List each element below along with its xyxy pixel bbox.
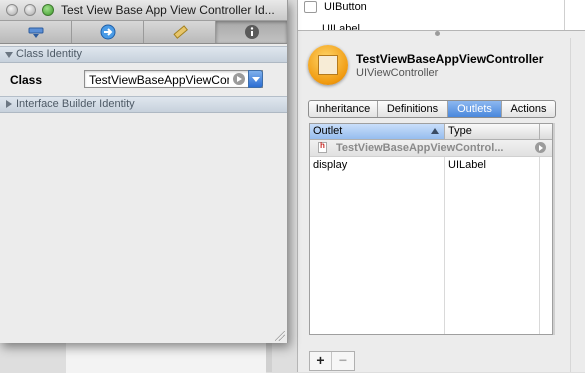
button-icon bbox=[304, 1, 317, 13]
segment-outlets[interactable]: Outlets bbox=[448, 101, 502, 117]
library-object-list: UIButton UILabel bbox=[298, 0, 585, 31]
splitter-handle[interactable] bbox=[435, 31, 440, 36]
add-outlet-button[interactable]: + bbox=[310, 352, 332, 370]
inspector-window: Test View Base App View Controller Id... bbox=[0, 0, 288, 343]
close-button[interactable] bbox=[6, 4, 18, 16]
disclosure-down-icon bbox=[5, 52, 13, 58]
section-class-identity[interactable]: Class Identity bbox=[0, 46, 287, 63]
inspector-toolbar bbox=[0, 21, 287, 44]
chevron-down-icon[interactable] bbox=[248, 70, 263, 88]
zoom-button[interactable] bbox=[42, 4, 54, 16]
segment-definitions[interactable]: Definitions bbox=[378, 101, 448, 117]
column-header-label: Type bbox=[448, 125, 472, 137]
library-scrollbar[interactable] bbox=[570, 38, 585, 372]
inspector-titlebar[interactable]: Test View Base App View Controller Id... bbox=[0, 0, 287, 21]
list-column-separator bbox=[564, 0, 565, 30]
object-class: UIViewController bbox=[356, 67, 439, 79]
disclosure-right-icon bbox=[6, 100, 12, 108]
section-title: Class Identity bbox=[16, 48, 83, 60]
section-ib-identity[interactable]: Interface Builder Identity bbox=[0, 96, 287, 113]
background-separator bbox=[266, 338, 272, 372]
table-scrollbar[interactable] bbox=[553, 123, 555, 335]
segment-actions[interactable]: Actions bbox=[502, 101, 555, 117]
column-header-outlet[interactable]: Outlet bbox=[310, 124, 445, 139]
remove-outlet-button[interactable]: − bbox=[332, 352, 354, 370]
library-item-label: UIButton bbox=[324, 1, 367, 13]
class-combobox[interactable]: TestViewBaseAppViewController bbox=[84, 70, 263, 88]
tab-connections[interactable] bbox=[72, 21, 144, 43]
section-title: Interface Builder Identity bbox=[16, 98, 135, 110]
library-item-uilabel[interactable]: UILabel bbox=[304, 22, 360, 31]
library-panel: UIButton UILabel TestViewBaseAppViewCont… bbox=[297, 0, 585, 372]
outlets-table: Outlet Type TestViewBaseAppViewControl..… bbox=[309, 123, 553, 335]
info-icon bbox=[244, 25, 259, 39]
segment-inheritance[interactable]: Inheritance bbox=[309, 101, 378, 117]
tab-attributes[interactable] bbox=[0, 21, 72, 43]
view-controller-icon bbox=[308, 45, 348, 85]
column-header-type[interactable]: Type bbox=[445, 124, 540, 139]
outlet-name: display bbox=[313, 159, 348, 171]
inspector-title: Test View Base App View Controller Id... bbox=[61, 3, 275, 17]
tab-size[interactable] bbox=[144, 21, 216, 43]
connections-arrow-icon bbox=[100, 24, 115, 40]
group-name: TestViewBaseAppViewControl... bbox=[336, 142, 504, 154]
class-label: Class bbox=[10, 73, 43, 87]
class-value: TestViewBaseAppViewController bbox=[89, 73, 229, 87]
table-header: Outlet Type bbox=[310, 124, 552, 140]
sort-ascending-icon bbox=[431, 128, 439, 134]
column-header-label: Outlet bbox=[313, 125, 343, 137]
minimize-button[interactable] bbox=[24, 4, 36, 16]
go-to-class-icon[interactable] bbox=[233, 73, 245, 85]
library-item-uibutton[interactable]: UIButton bbox=[304, 0, 367, 14]
outlet-type: UILabel bbox=[448, 159, 486, 171]
label-icon bbox=[304, 24, 315, 30]
attributes-icon bbox=[28, 27, 43, 38]
library-segmented-control: Inheritance Definitions Outlets Actions bbox=[308, 100, 556, 118]
header-file-icon bbox=[318, 141, 327, 153]
library-item-label: UILabel bbox=[322, 23, 360, 31]
tab-identity[interactable] bbox=[216, 21, 287, 43]
go-to-arrow-icon[interactable] bbox=[535, 142, 546, 153]
background-window bbox=[66, 338, 266, 373]
object-name: TestViewBaseAppViewController bbox=[356, 52, 544, 66]
add-remove-buttons: + − bbox=[309, 351, 355, 371]
table-row[interactable]: display UILabel bbox=[310, 157, 552, 173]
table-group-row[interactable]: TestViewBaseAppViewControl... bbox=[310, 140, 552, 157]
resize-grip[interactable] bbox=[275, 331, 285, 341]
ruler-icon bbox=[172, 25, 188, 39]
